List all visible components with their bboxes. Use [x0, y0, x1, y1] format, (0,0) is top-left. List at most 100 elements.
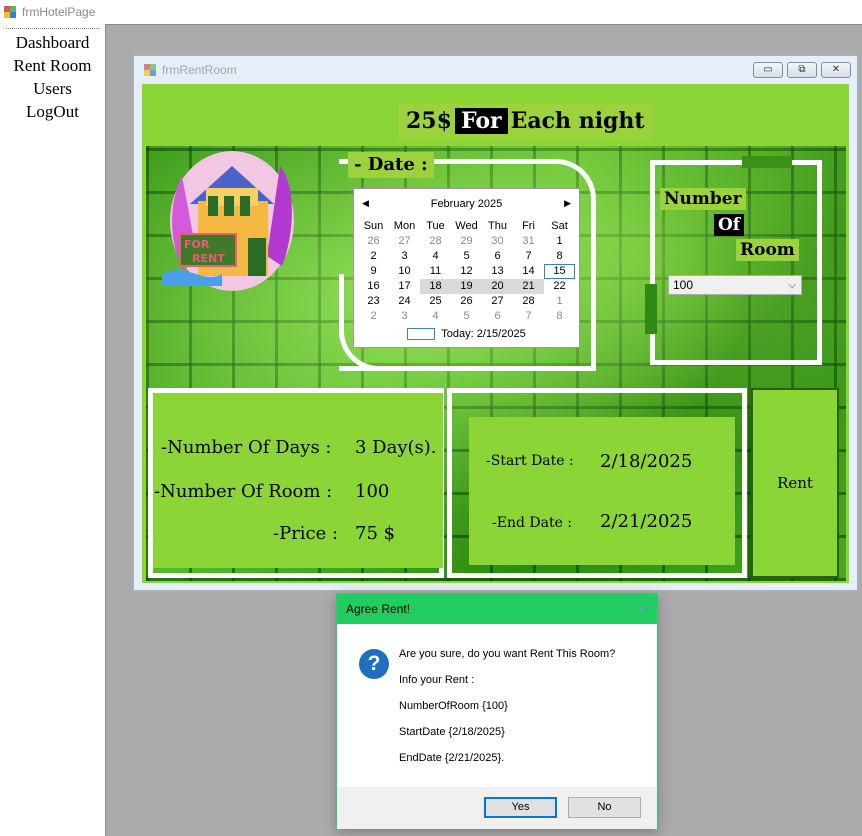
heading-highlight: For: [454, 108, 508, 134]
calendar-day-selected[interactable]: 20: [482, 279, 513, 294]
end-date-value: 2/21/2025: [600, 511, 693, 532]
dialog-title: Agree Rent!: [346, 602, 411, 616]
weekday-label: Sat: [551, 220, 568, 232]
calendar-day[interactable]: 11: [420, 264, 451, 279]
child-window-title: frmRentRoom: [162, 63, 237, 77]
calendar-day[interactable]: 9: [358, 264, 389, 279]
calendar-day[interactable]: 26: [358, 234, 389, 249]
calendar-day[interactable]: 26: [451, 294, 482, 309]
calendar-day[interactable]: 22: [544, 279, 575, 294]
calendar-day[interactable]: 30: [482, 234, 513, 249]
calendar-day[interactable]: 16: [358, 279, 389, 294]
info-panel: -Number Of Days : 3 Day(s). -Number Of R…: [153, 393, 443, 568]
calendar-day[interactable]: 31: [513, 234, 544, 249]
heading-each-night: Each night: [510, 108, 645, 134]
calendar-day[interactable]: 17: [389, 279, 420, 294]
room-label-number: Number: [660, 188, 746, 210]
chevron-down-icon[interactable]: ⌵: [788, 277, 796, 295]
room-number-dropdown[interactable]: 100 ⌵: [668, 275, 802, 295]
dialog-message-start: StartDate {2/18/2025}: [399, 726, 505, 738]
calendar-day[interactable]: 12: [451, 264, 482, 279]
calendar-day[interactable]: 13: [482, 264, 513, 279]
child-app-icon: [144, 64, 156, 76]
weekday-label: Sun: [363, 220, 384, 232]
close-button[interactable]: ✕: [821, 62, 851, 78]
calendar-day[interactable]: 24: [389, 294, 420, 309]
calendar-day[interactable]: 4: [420, 249, 451, 264]
dialog-message-room: NumberOfRoom {100}: [399, 700, 508, 712]
calendar-day[interactable]: 27: [482, 294, 513, 309]
form-canvas: 25$ For Each night FOR RENT - Date: ◀ F…: [142, 84, 849, 583]
calendar-day[interactable]: 3: [389, 249, 420, 264]
calendar-day[interactable]: 27: [389, 234, 420, 249]
weekday-label: Thu: [488, 220, 507, 232]
menu-item-users[interactable]: Users: [0, 77, 105, 100]
yes-button[interactable]: Yes: [484, 797, 557, 818]
minimize-button[interactable]: ▭: [753, 62, 783, 78]
room-count-label: -Number Of Room :: [154, 481, 333, 502]
calendar-day[interactable]: 4: [420, 309, 451, 324]
calendar-day[interactable]: 28: [513, 294, 544, 309]
calendar-day-selected[interactable]: 18: [420, 279, 451, 294]
calendar-today-link[interactable]: Today: 2/15/2025: [354, 326, 579, 342]
prev-month-icon[interactable]: ◀: [362, 198, 369, 209]
calendar-day[interactable]: 8: [544, 309, 575, 324]
calendar-weekdays: Sun Mon Tue Wed Thu Fri Sat: [358, 219, 579, 234]
start-date-value: 2/18/2025: [600, 451, 693, 472]
dialog-message-question: Are you sure, do you want Rent This Room…: [399, 648, 616, 660]
calendar-day[interactable]: 25: [420, 294, 451, 309]
calendar-day[interactable]: 29: [451, 234, 482, 249]
calendar-day[interactable]: 8: [544, 249, 575, 264]
outer-title-bar: frmHotelPage: [0, 0, 862, 24]
calendar-day[interactable]: 2: [358, 309, 389, 324]
room-count-value: 100: [355, 481, 390, 502]
child-title-bar: frmRentRoom ▭ ⧉ ✕: [134, 56, 857, 84]
close-icon[interactable]: ✕: [635, 601, 647, 618]
weekday-label: Mon: [393, 220, 416, 232]
calendar-header: ◀ February 2025 ▶: [354, 189, 579, 219]
window-controls: ▭ ⧉ ✕: [753, 62, 851, 78]
calendar-day[interactable]: 6: [482, 309, 513, 324]
menu-separator: [6, 28, 99, 29]
restore-button[interactable]: ⧉: [787, 62, 817, 78]
calendar-day[interactable]: 5: [451, 309, 482, 324]
calendar-day[interactable]: 10: [389, 264, 420, 279]
sign-text-rent: RENT: [192, 252, 225, 265]
no-button[interactable]: No: [568, 797, 641, 818]
weekday-label: Wed: [455, 220, 478, 232]
sign-text-for: FOR: [184, 238, 210, 251]
menu-item-logout[interactable]: LogOut: [0, 100, 105, 123]
menu-item-dashboard[interactable]: Dashboard: [0, 31, 105, 54]
calendar-day[interactable]: 1: [544, 234, 575, 249]
calendar-day-selected[interactable]: 21: [513, 279, 544, 294]
calendar-day[interactable]: 7: [513, 249, 544, 264]
rent-button[interactable]: Rent: [751, 388, 839, 578]
month-calendar[interactable]: ◀ February 2025 ▶ Sun Mon Tue Wed Thu Fr…: [353, 188, 580, 348]
calendar-day-selected[interactable]: 19: [451, 279, 482, 294]
weekday-label: Fri: [522, 220, 535, 232]
calendar-day[interactable]: 3: [389, 309, 420, 324]
calendar-day[interactable]: 23: [358, 294, 389, 309]
menu-item-rent-room[interactable]: Rent Room: [0, 54, 105, 77]
dialog-title-bar: Agree Rent! ✕: [337, 594, 657, 624]
price-value: 75 $: [355, 523, 396, 544]
calendar-day-today[interactable]: 15: [544, 264, 575, 279]
days-label: -Number Of Days :: [161, 437, 332, 458]
price-heading: 25$ For Each night: [398, 104, 653, 138]
left-menu: Dashboard Rent Room Users LogOut: [0, 24, 105, 836]
next-month-icon[interactable]: ▶: [564, 198, 571, 209]
house-illustration: FOR RENT: [162, 151, 294, 291]
calendar-month-year: February 2025: [430, 198, 503, 210]
rent-room-window: frmRentRoom ▭ ⧉ ✕ 25$ For Each night FOR…: [133, 55, 858, 591]
calendar-day[interactable]: 7: [513, 309, 544, 324]
calendar-days: 26 27 28 29 30 31 1 2 3 4 5 6 7 8 9 10 1…: [358, 234, 579, 324]
agree-rent-dialog: Agree Rent! ✕ ? Are you sure, do you wan…: [336, 593, 658, 829]
calendar-day[interactable]: 28: [420, 234, 451, 249]
dates-panel: -Start Date : 2/18/2025 -End Date : 2/21…: [469, 417, 735, 565]
calendar-day[interactable]: 1: [544, 294, 575, 309]
calendar-day[interactable]: 6: [482, 249, 513, 264]
calendar-day[interactable]: 5: [451, 249, 482, 264]
calendar-day[interactable]: 14: [513, 264, 544, 279]
calendar-day[interactable]: 2: [358, 249, 389, 264]
question-icon: ?: [359, 649, 389, 679]
